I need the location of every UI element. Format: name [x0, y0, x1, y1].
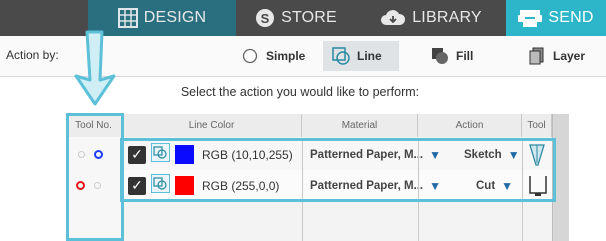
- header-line-color: Line Color: [122, 114, 302, 137]
- option-fill-label: Fill: [456, 49, 474, 63]
- option-line[interactable]: Line: [323, 41, 399, 71]
- send-printer-icon: [518, 8, 543, 28]
- store-s-icon: S: [255, 8, 275, 28]
- tool-no-highlight: [66, 113, 124, 241]
- option-layer[interactable]: Layer: [527, 44, 585, 68]
- option-layer-label: Layer: [553, 49, 586, 63]
- tab-store-label: STORE: [281, 9, 337, 26]
- header-action: Action: [418, 114, 522, 137]
- option-line-label: Line: [357, 49, 382, 63]
- svg-text:S: S: [261, 11, 270, 26]
- tab-send-label: SEND: [548, 9, 594, 26]
- fill-icon: [430, 46, 450, 66]
- tab-send[interactable]: SEND: [506, 0, 606, 36]
- tab-library[interactable]: LIBRARY: [356, 0, 506, 36]
- action-by-label: Action by:: [6, 48, 59, 62]
- callout-arrow-icon: [74, 30, 116, 106]
- tab-store[interactable]: S STORE: [236, 0, 356, 36]
- tab-library-label: LIBRARY: [412, 9, 482, 26]
- option-fill[interactable]: Fill: [430, 44, 473, 68]
- header-material: Material: [302, 114, 418, 137]
- radio-icon: [240, 46, 260, 66]
- action-prompt: Select the action you would like to perf…: [180, 85, 420, 99]
- line-icon: [331, 46, 351, 66]
- layer-icon: [527, 46, 547, 66]
- option-simple-label: Simple: [266, 49, 306, 63]
- cloud-library-icon: [380, 8, 406, 28]
- tab-design-label: DESIGN: [143, 9, 207, 26]
- header-tool: Tool: [522, 114, 552, 137]
- grid-icon: [117, 8, 138, 28]
- rows-highlight: [120, 138, 556, 202]
- option-simple[interactable]: Simple: [240, 44, 305, 68]
